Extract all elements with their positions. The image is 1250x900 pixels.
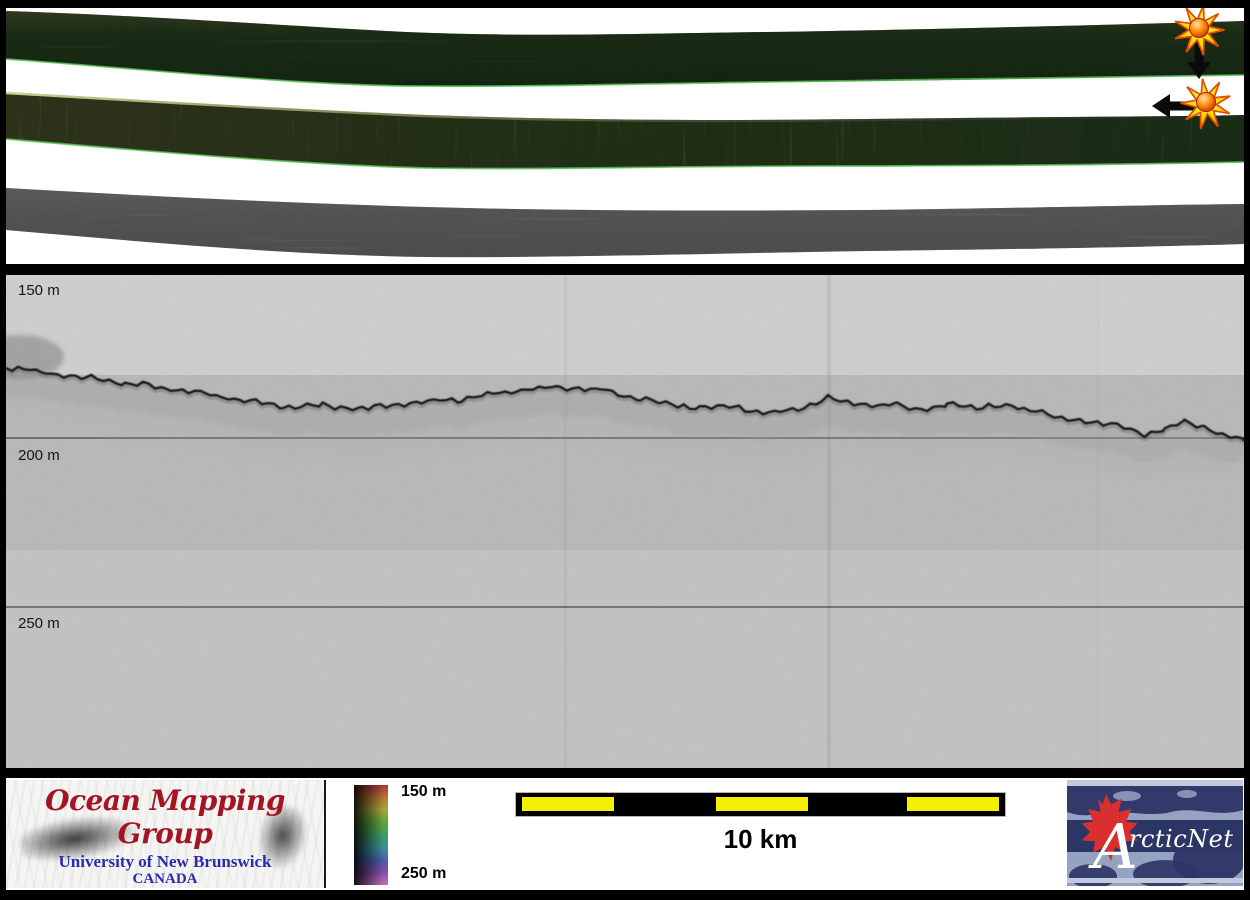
arcticnet-wordmark: rcticNet (1129, 825, 1234, 853)
scale-bar-segment (522, 797, 614, 811)
scale-bar-segment (907, 797, 999, 811)
left-arrow-head (1152, 94, 1170, 118)
arctic-map-island (1113, 791, 1141, 801)
water-column-streak (1097, 275, 1099, 768)
backscatter-swath (6, 184, 1244, 262)
omg-university: University of New Brunswick (6, 852, 324, 872)
subbottom-profile-panel: 150 m 200 m 250 m (6, 275, 1244, 768)
footer-panel: Ocean Mapping Group University of New Br… (6, 778, 1244, 890)
water-column-streak (564, 275, 567, 768)
starburst-core (1190, 19, 1209, 38)
colorbar-max-label: 250 m (401, 865, 471, 883)
arcticnet-logo-art: A rcticNet (1067, 780, 1243, 886)
water-column-streak (827, 275, 831, 768)
depth-tick-250m: 250 m (18, 615, 60, 632)
arcticnet-logo: A rcticNet (1067, 780, 1243, 886)
swath-mosaic-panel (6, 8, 1244, 264)
scale-bar-segment (716, 797, 808, 811)
arctic-map-island (1177, 790, 1197, 798)
ocean-mapping-group-logo: Ocean Mapping Group University of New Br… (6, 780, 326, 888)
bathymetry-swath-middle (6, 88, 1244, 174)
omg-title: Ocean Mapping Group (6, 784, 324, 850)
omg-country: CANADA (6, 871, 324, 888)
starburst-core (1197, 93, 1216, 112)
depth-colorbar (354, 785, 388, 885)
survey-figure: { "top_panel": { "swaths": [ {"name": "b… (0, 0, 1250, 900)
depth-tick-150m: 150 m (18, 282, 60, 299)
bathymetry-swath-upper (6, 8, 1244, 93)
subbottom-profile (6, 275, 1244, 768)
scale-bar-label: 10 km (516, 824, 1005, 855)
deep-noise-band (6, 550, 1244, 768)
depth-tick-200m: 200 m (18, 447, 60, 464)
swath-mosaic (6, 8, 1244, 264)
colorbar-min-label: 150 m (401, 783, 471, 801)
map-scale-bar (516, 793, 1005, 816)
